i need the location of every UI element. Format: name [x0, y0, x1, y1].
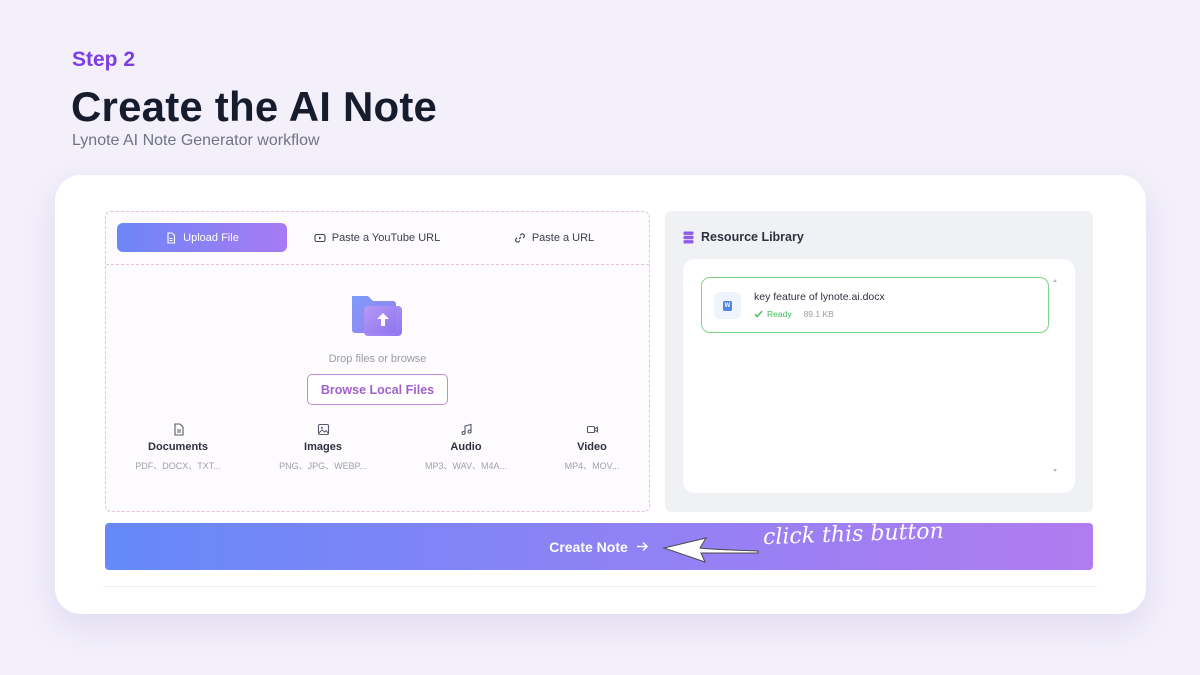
file-size: 89.1 KB [803, 309, 834, 319]
document-icon [173, 423, 184, 436]
library-stack-icon [683, 231, 694, 243]
file-type-exts: PDF、DOCX、TXT... [135, 461, 221, 471]
file-status: Ready [767, 309, 792, 319]
image-icon [317, 423, 329, 436]
file-meta: Ready 89.1 KB [754, 309, 834, 319]
scroll-down-arrow-icon[interactable] [1053, 469, 1057, 472]
file-name: key feature of lynote.ai.docx [754, 291, 885, 303]
file-type-name: Images [304, 441, 342, 453]
workflow-card: Upload File Paste a YouTube URL Paste a … [55, 175, 1146, 614]
resource-library-panel: Resource Library W key feature of lynote… [665, 211, 1093, 512]
youtube-icon [314, 233, 326, 242]
file-type-documents: Documents PDF、DOCX、TXT... [118, 423, 238, 472]
file-type-exts: MP4、MOV... [564, 461, 620, 471]
page-subtitle: Lynote AI Note Generator workflow [72, 132, 320, 149]
music-icon [461, 423, 472, 436]
step-label: Step 2 [72, 48, 136, 71]
file-type-audio: Audio MP3、WAV、M4A... [406, 423, 526, 472]
card-divider [103, 586, 1097, 587]
file-type-exts: PNG、JPG、WEBP... [279, 461, 367, 471]
create-note-button[interactable]: Create Note [105, 523, 1093, 570]
video-icon [586, 425, 598, 434]
resource-list: W key feature of lynote.ai.docx Ready 89… [683, 259, 1075, 493]
resource-file-item[interactable]: W key feature of lynote.ai.docx Ready 89… [701, 277, 1049, 333]
scroll-up-arrow-icon[interactable] [1053, 279, 1057, 282]
check-icon [754, 310, 763, 318]
resource-library-title: Resource Library [701, 230, 804, 244]
arrow-right-icon [636, 541, 648, 552]
file-icon [167, 231, 176, 244]
drop-hint: Drop files or browse [328, 353, 427, 365]
tab-label: Paste a URL [531, 231, 595, 244]
annotation-arrow-icon [662, 537, 759, 563]
file-type-name: Video [577, 441, 607, 453]
create-note-label: Create Note [549, 538, 628, 555]
tab-paste-url[interactable]: Paste a URL [499, 223, 609, 252]
file-type-images: Images PNG、JPG、WEBP... [263, 423, 383, 472]
page-title: Create the AI Note [71, 83, 438, 130]
file-type-video: Video MP4、MOV... [532, 423, 652, 472]
tab-label: Paste a YouTube URL [331, 231, 441, 244]
file-type-name: Audio [450, 441, 482, 453]
tab-youtube-url[interactable]: Paste a YouTube URL [302, 223, 452, 252]
tab-upload-file[interactable]: Upload File [117, 223, 287, 252]
upload-panel[interactable]: Upload File Paste a YouTube URL Paste a … [105, 211, 650, 512]
file-type-name: Documents [148, 441, 208, 453]
resource-library-header: Resource Library [683, 230, 804, 244]
link-icon [514, 232, 525, 243]
folder-upload-icon [352, 296, 402, 336]
upload-tabs: Upload File Paste a YouTube URL Paste a … [106, 212, 649, 265]
tab-label: Upload File [183, 231, 239, 244]
file-type-exts: MP3、WAV、M4A... [424, 461, 507, 471]
word-doc-icon: W [714, 292, 741, 319]
browse-local-files-button[interactable]: Browse Local Files [307, 374, 448, 405]
